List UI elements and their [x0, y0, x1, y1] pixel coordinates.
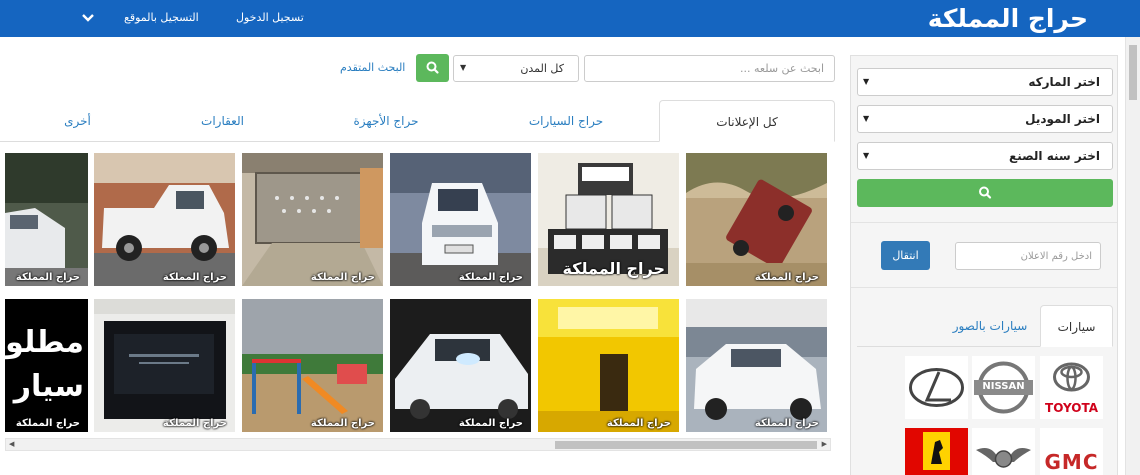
listing-image-bed-frame[interactable]: حراج المملكة	[242, 153, 383, 286]
nissan-logo[interactable]: NISSAN	[972, 356, 1035, 419]
login-link[interactable]: تسجيل الدخول	[236, 0, 304, 37]
watermark-text: حراج المملكة	[162, 418, 227, 429]
bentley-logo[interactable]	[972, 428, 1035, 475]
search-button[interactable]	[416, 54, 449, 82]
watermark-text: حراج المملكة	[458, 272, 523, 283]
watermark-text: حراج المملكة	[562, 259, 665, 278]
vertical-scrollbar[interactable]	[1125, 37, 1140, 475]
lexus-emblem-icon	[909, 368, 964, 407]
listing-image-red-pickup[interactable]: حراج المملكة	[686, 153, 827, 286]
tab-cars-list[interactable]: سيارات	[1040, 305, 1113, 347]
nissan-label: NISSAN	[982, 381, 1025, 392]
top-navbar: حراج المملكة تسجيل الدخول التسجيل بالموق…	[0, 0, 1140, 37]
listing-image-playstation[interactable]: حراج المملكة	[538, 153, 679, 286]
advanced-search-link[interactable]: البحث المتقدم	[340, 61, 405, 74]
search-icon	[426, 61, 439, 74]
listing-image-white-mercedes[interactable]: حراج المملكة	[5, 153, 88, 286]
year-select-label: اختر سنه الصنع	[1009, 149, 1100, 163]
city-select-value: كل المدن	[520, 62, 564, 75]
horizontal-scrollbar[interactable]: ◀ ▶	[5, 438, 831, 451]
toyota-label: TOYOTA	[1045, 401, 1098, 415]
scroll-left-icon[interactable]: ◀	[9, 440, 14, 448]
search-icon	[979, 186, 992, 199]
ferrari-emblem-icon	[905, 428, 968, 475]
ferrari-logo[interactable]	[905, 428, 968, 475]
ad-number-input[interactable]	[955, 242, 1101, 270]
watermark-text: حراج المملكة	[310, 272, 375, 283]
watermark-text: حراج المملكة	[754, 418, 819, 429]
gmc-label: GMC	[1044, 450, 1099, 474]
toyota-emblem-icon	[1053, 362, 1090, 392]
listing-image-white-pickup[interactable]: حراج المملكة	[94, 153, 235, 286]
tab-cars-photos[interactable]: سيارات بالصور	[940, 305, 1040, 347]
sidebar-search-button[interactable]	[857, 179, 1113, 207]
scroll-right-icon[interactable]: ▶	[822, 440, 827, 448]
listing-image-playground[interactable]: حراج المملكة	[242, 299, 383, 432]
listing-image-white-cls[interactable]: حراج المملكة	[390, 299, 531, 432]
listing-image-tv[interactable]: حراج المملكة	[94, 299, 235, 432]
model-select[interactable]: اختر الموديل ▼	[857, 105, 1113, 133]
tab-devices[interactable]: حراج الأجهزة	[330, 100, 442, 142]
text-ad-line-1: مطلو	[5, 325, 84, 360]
listing-image-white-camry[interactable]: حراج المملكة	[686, 299, 827, 432]
tab-all-ads[interactable]: كل الإعلانات	[659, 100, 835, 142]
tab-cars[interactable]: حراج السيارات	[510, 100, 622, 142]
caret-down-icon: ▼	[863, 114, 870, 123]
year-select[interactable]: اختر سنه الصنع ▼	[857, 142, 1113, 170]
go-to-ad-button[interactable]: انتقال	[881, 241, 930, 270]
watermark-text: حراج المملكة	[15, 272, 80, 283]
listing-image-text-ad[interactable]: مطلو سيار حراج المملكة	[5, 299, 88, 432]
brand-select-label: اختر الماركه	[1028, 75, 1100, 89]
chevron-down-icon[interactable]	[80, 10, 96, 26]
sidebar-divider	[851, 287, 1117, 288]
site-logo[interactable]: حراج المملكة	[928, 0, 1088, 37]
watermark-text: حراج المملكة	[310, 418, 375, 429]
watermark-text: حراج المملكة	[458, 418, 523, 429]
register-link[interactable]: التسجيل بالموقع	[124, 0, 199, 37]
scrollbar-thumb[interactable]	[555, 441, 817, 449]
city-select[interactable]: كل المدن ▼	[453, 55, 579, 82]
listing-image-yellow-room[interactable]: حراج المملكة	[538, 299, 679, 432]
watermark-text: حراج المملكة	[754, 272, 819, 283]
watermark-text: حراج المملكة	[606, 418, 671, 429]
caret-down-icon: ▼	[460, 63, 467, 72]
toyota-logo[interactable]: TOYOTA	[1040, 356, 1103, 419]
page: حراج المملكة تسجيل الدخول التسجيل بالموق…	[0, 0, 1140, 475]
brand-select[interactable]: اختر الماركه ▼	[857, 68, 1113, 96]
bentley-emblem-icon	[976, 448, 1031, 468]
caret-down-icon: ▼	[863, 77, 870, 86]
tab-real-estate[interactable]: العقارات	[175, 100, 270, 142]
gmc-logo[interactable]: GMC	[1040, 428, 1103, 475]
watermark-text: حراج المملكة	[15, 418, 80, 429]
text-ad-line-2: سيار	[13, 369, 84, 404]
sidebar-divider	[851, 222, 1117, 223]
listing-image-white-sedan[interactable]: حراج المملكة	[390, 153, 531, 286]
vertical-scrollbar-thumb[interactable]	[1129, 45, 1137, 100]
search-input[interactable]	[584, 55, 835, 82]
lexus-logo[interactable]	[905, 356, 968, 419]
watermark-text: حراج المملكة	[162, 272, 227, 283]
tab-other[interactable]: أخرى	[45, 100, 110, 142]
caret-down-icon: ▼	[863, 151, 870, 160]
model-select-label: اختر الموديل	[1025, 112, 1100, 126]
